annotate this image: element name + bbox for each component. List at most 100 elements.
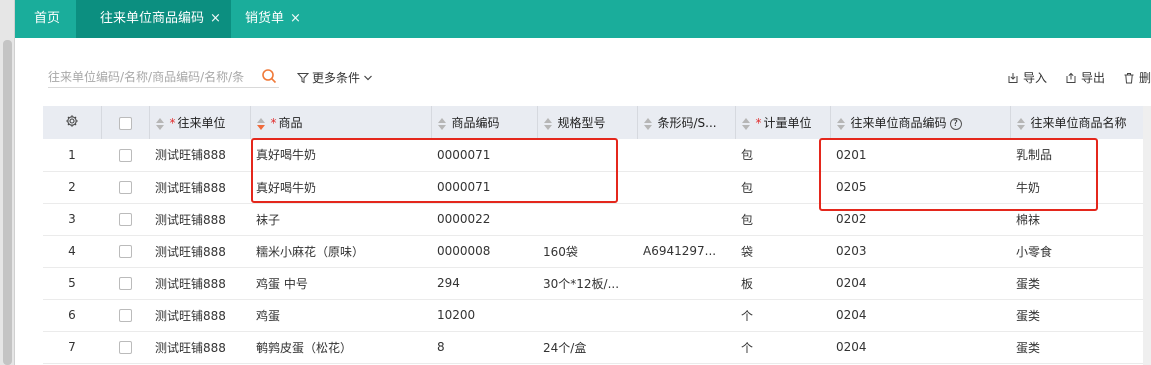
cell-barcode[interactable] — [637, 267, 735, 299]
cell-unit[interactable]: 袋 — [735, 235, 830, 267]
header-product-code[interactable]: 商品编码 — [431, 106, 538, 139]
sort-icon[interactable] — [155, 117, 164, 130]
cell-unit[interactable]: 包 — [735, 171, 830, 203]
row-checkbox-cell[interactable] — [101, 331, 149, 363]
table-row[interactable]: 4 测试旺铺888 糯米小麻花（原味） 0000008 160袋 A694129… — [43, 235, 1151, 267]
sort-icon[interactable] — [1016, 117, 1025, 130]
sort-icon[interactable] — [643, 117, 652, 130]
cell-barcode[interactable] — [637, 171, 735, 203]
cell-barcode[interactable]: A6941297... — [637, 235, 735, 267]
sort-icon[interactable] — [741, 117, 750, 130]
row-checkbox[interactable] — [118, 181, 132, 194]
cell-partner-product-name[interactable]: 棉袜 — [1010, 203, 1151, 235]
cell-spec[interactable]: 160袋 — [537, 235, 637, 267]
cell-barcode[interactable] — [637, 299, 735, 331]
cell-spec[interactable] — [537, 171, 637, 203]
cell-product-code[interactable]: 0000071 — [431, 171, 537, 203]
cell-product-code[interactable]: 0000008 — [431, 235, 537, 267]
cell-product[interactable]: 鹌鹑皮蛋（松花） — [250, 331, 431, 363]
column-settings-header[interactable] — [43, 106, 102, 139]
cell-product-code[interactable]: 0000022 — [431, 203, 537, 235]
import-button[interactable]: 导入 — [1007, 69, 1047, 86]
cell-partner[interactable]: 测试旺铺888 — [149, 299, 250, 331]
cell-product-code[interactable]: 10200 — [431, 299, 537, 331]
gear-icon[interactable] — [65, 114, 79, 128]
cell-spec[interactable]: 30个*12板/... — [537, 267, 637, 299]
table-row[interactable]: 5 测试旺铺888 鸡蛋 中号 294 30个*12板/... 板 0204 蛋… — [43, 267, 1151, 299]
table-row[interactable]: 3 测试旺铺888 袜子 0000022 包 0202 棉袜 — [43, 203, 1151, 235]
cell-partner[interactable]: 测试旺铺888 — [149, 331, 250, 363]
row-checkbox-cell[interactable] — [101, 139, 149, 171]
left-scrollbar-thumb[interactable] — [3, 40, 12, 365]
cell-barcode[interactable] — [637, 331, 735, 363]
cell-partner-product-code[interactable]: 0204 — [830, 299, 1010, 331]
right-scrollbar[interactable] — [1143, 106, 1151, 365]
cell-partner-product-code[interactable]: 0202 — [830, 203, 1010, 235]
tab-close-icon[interactable]: × — [210, 11, 221, 26]
tab-partner-product-code[interactable]: 往来单位商品编码 × — [76, 0, 231, 38]
cell-spec[interactable]: 24个/盒 — [537, 331, 637, 363]
tab-close-icon[interactable]: × — [290, 11, 301, 26]
cell-partner-product-code[interactable]: 0204 — [830, 267, 1010, 299]
row-checkbox[interactable] — [118, 309, 132, 322]
sort-icon[interactable] — [256, 117, 265, 130]
header-unit[interactable]: * 计量单位 — [735, 106, 831, 139]
cell-partner-product-code[interactable]: 0204 — [830, 331, 1010, 363]
export-button[interactable]: 导出 — [1065, 69, 1105, 86]
cell-unit[interactable]: 板 — [735, 267, 830, 299]
cell-partner-product-code[interactable]: 0201 — [830, 139, 1010, 171]
tab-sales-order[interactable]: 销货单 × — [231, 0, 315, 38]
cell-product[interactable]: 糯米小麻花（原味） — [250, 235, 431, 267]
cell-product[interactable]: 袜子 — [250, 203, 431, 235]
cell-partner-product-code[interactable]: 0205 — [830, 171, 1010, 203]
cell-partner[interactable]: 测试旺铺888 — [149, 139, 250, 171]
cell-barcode[interactable] — [637, 139, 735, 171]
row-checkbox-cell[interactable] — [101, 203, 149, 235]
cell-unit[interactable]: 个 — [735, 299, 830, 331]
header-barcode[interactable]: 条形码/S... — [637, 106, 736, 139]
cell-barcode[interactable] — [637, 203, 735, 235]
sort-icon[interactable] — [437, 117, 446, 130]
cell-product[interactable]: 真好喝牛奶 — [250, 139, 431, 171]
row-checkbox[interactable] — [118, 148, 132, 162]
row-checkbox-cell[interactable] — [101, 171, 149, 203]
header-spec[interactable]: 规格型号 — [537, 106, 638, 139]
row-checkbox-cell[interactable] — [101, 299, 149, 331]
tab-home[interactable]: 首页 — [15, 0, 76, 38]
row-checkbox-cell[interactable] — [101, 267, 149, 299]
help-icon[interactable]: ? — [949, 117, 962, 130]
cell-partner-product-name[interactable]: 蛋类 — [1010, 331, 1151, 363]
cell-product-code[interactable]: 294 — [431, 267, 537, 299]
cell-unit[interactable]: 包 — [735, 203, 830, 235]
delete-button[interactable]: 删 — [1123, 69, 1151, 86]
header-partner-product-name[interactable]: 往来单位商品名称 — [1010, 106, 1151, 139]
row-checkbox[interactable] — [118, 213, 132, 226]
cell-product[interactable]: 真好喝牛奶 — [250, 171, 431, 203]
select-all-checkbox[interactable] — [118, 116, 132, 130]
cell-partner[interactable]: 测试旺铺888 — [149, 171, 250, 203]
row-checkbox[interactable] — [118, 277, 132, 290]
cell-partner-product-code[interactable]: 0203 — [830, 235, 1010, 267]
row-checkbox-cell[interactable] — [101, 235, 149, 267]
cell-partner-product-name[interactable]: 牛奶 — [1010, 171, 1151, 203]
header-partner-product-code[interactable]: 往来单位商品编码? — [830, 106, 1011, 139]
cell-unit[interactable]: 包 — [735, 139, 830, 171]
search-input[interactable] — [48, 68, 256, 86]
header-product[interactable]: * 商品 — [250, 106, 432, 139]
more-filters-button[interactable]: 更多条件 — [297, 69, 373, 86]
table-row[interactable]: 1 测试旺铺888 真好喝牛奶 0000071 包 0201 乳制品 — [43, 139, 1151, 171]
row-checkbox[interactable] — [118, 245, 132, 258]
cell-partner-product-name[interactable]: 乳制品 — [1010, 139, 1151, 171]
cell-partner-product-name[interactable]: 蛋类 — [1010, 299, 1151, 331]
cell-product-code[interactable]: 0000071 — [431, 139, 537, 171]
cell-partner[interactable]: 测试旺铺888 — [149, 203, 250, 235]
cell-spec[interactable] — [537, 299, 637, 331]
cell-product[interactable]: 鸡蛋 — [250, 299, 431, 331]
search-icon[interactable] — [261, 68, 277, 84]
cell-product[interactable]: 鸡蛋 中号 — [250, 267, 431, 299]
row-checkbox[interactable] — [118, 341, 132, 354]
table-row[interactable]: 7 测试旺铺888 鹌鹑皮蛋（松花） 8 24个/盒 个 0204 蛋类 — [43, 331, 1151, 363]
left-scrollbar[interactable] — [0, 0, 15, 365]
cell-product-code[interactable]: 8 — [431, 331, 537, 363]
cell-partner[interactable]: 测试旺铺888 — [149, 235, 250, 267]
